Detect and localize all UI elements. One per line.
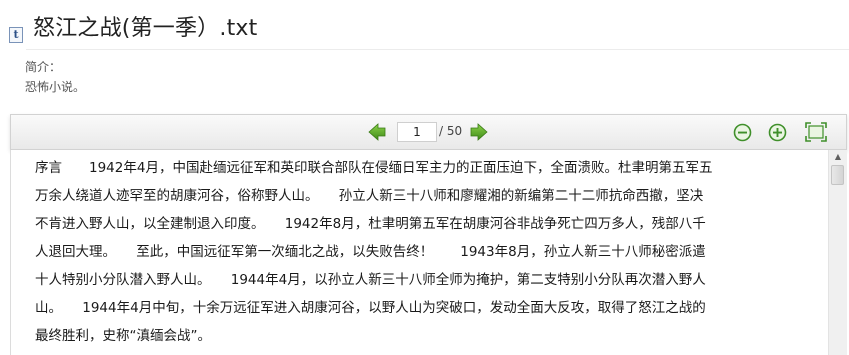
- document-title: 怒江之战(第一季）.txt: [33, 16, 258, 41]
- zoom-out-icon[interactable]: [733, 123, 752, 142]
- arrow-left-icon[interactable]: [368, 123, 386, 141]
- title-divider: [26, 49, 849, 50]
- file-type-icon: t: [9, 27, 23, 43]
- document-text: 序言 1942年4月，中国赴缅远征军和英印联合部队在侵缅日军主力的正面压迫下，全…: [35, 160, 713, 344]
- scroll-thumb[interactable]: [831, 165, 844, 185]
- document-content: 序言 1942年4月，中国赴缅远征军和英印联合部队在侵缅日军主力的正面压迫下，全…: [10, 150, 828, 355]
- reader-toolbar: / 50: [10, 114, 847, 150]
- arrow-right-icon[interactable]: [470, 123, 488, 141]
- page-number-input[interactable]: [397, 122, 437, 142]
- scroll-up-icon[interactable]: ▲: [830, 150, 846, 164]
- fit-screen-icon[interactable]: [805, 122, 827, 142]
- zoom-in-icon[interactable]: [768, 123, 787, 142]
- intro-label: 简介：: [25, 60, 62, 74]
- intro-text: 恐怖小说。: [25, 80, 86, 94]
- vertical-scrollbar[interactable]: ▲: [828, 150, 847, 355]
- page-total: / 50: [439, 124, 463, 138]
